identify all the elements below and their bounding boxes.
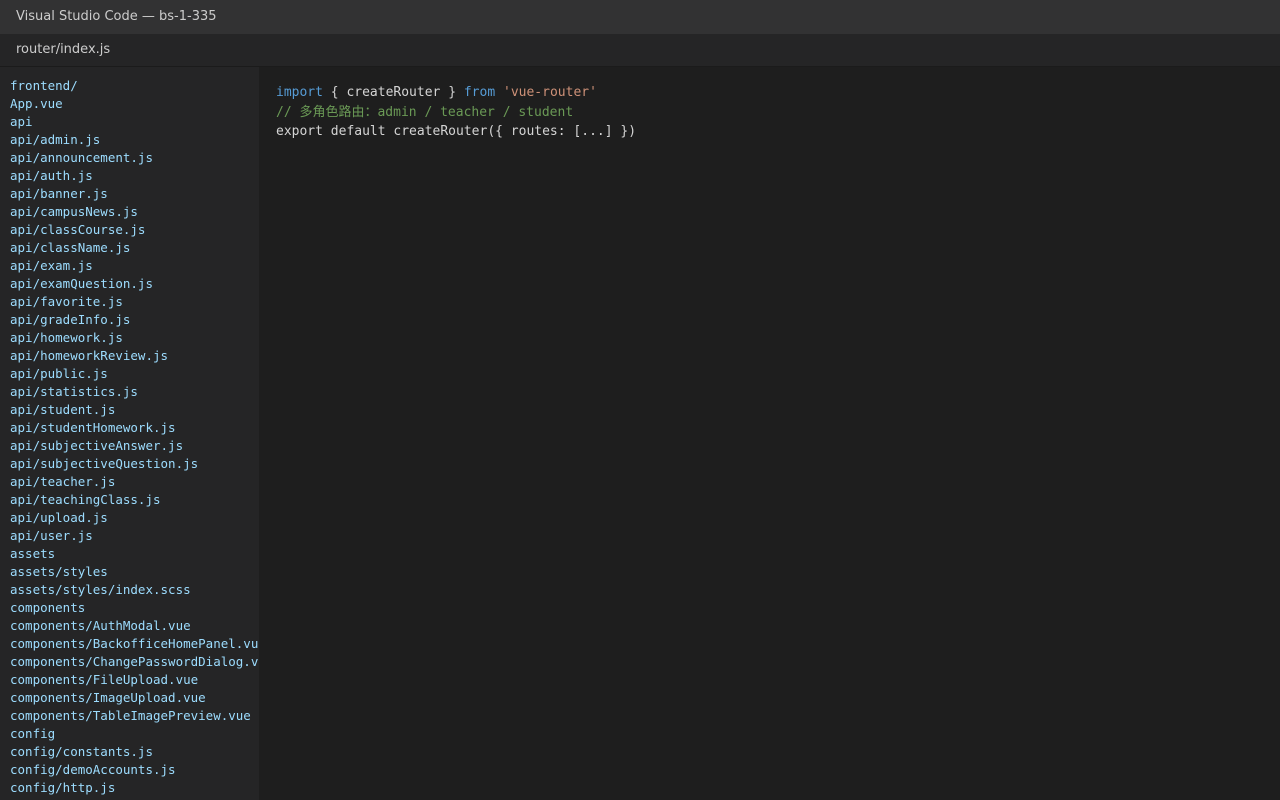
file-explorer: frontend/App.vue api api/admin.js api/annou… <box>0 67 259 800</box>
file-tree-item[interactable]: config/constants.js <box>0 743 259 761</box>
file-tree-item[interactable]: api/favorite.js <box>0 293 259 311</box>
file-tree-item[interactable]: api/user.js <box>0 527 259 545</box>
code-editor[interactable]: import { createRouter } from 'vue-router… <box>259 67 1280 800</box>
file-tree-item[interactable]: frontend/ <box>0 77 259 95</box>
export-statement: export default createRouter({ routes: [.… <box>276 124 637 139</box>
file-tree-item[interactable]: App.vue <box>0 95 259 113</box>
window-title: Visual Studio Code — bs-1-335 <box>0 0 1280 34</box>
tab-router-index[interactable]: router/index.js <box>16 42 110 57</box>
file-tree-item[interactable]: api/statistics.js <box>0 383 259 401</box>
file-tree-item[interactable]: api/announcement.js <box>0 149 259 167</box>
code-line-1: import { createRouter } from 'vue-router… <box>276 83 1280 103</box>
file-tree-item[interactable]: api/exam.js <box>0 257 259 275</box>
code-line-2: // 多角色路由：admin / teacher / student <box>276 103 1280 123</box>
file-tree-item[interactable]: api/upload.js <box>0 509 259 527</box>
editor-tab-bar: router/index.js <box>0 34 1280 67</box>
file-tree-item[interactable]: config <box>0 725 259 743</box>
file-tree-item[interactable]: api/studentHomework.js <box>0 419 259 437</box>
file-tree-item[interactable]: api/examQuestion.js <box>0 275 259 293</box>
keyword-import: import <box>276 85 323 100</box>
file-tree-item[interactable]: api/homework.js <box>0 329 259 347</box>
file-tree-item[interactable]: components/AuthModal.vue <box>0 617 259 635</box>
code-line-3: export default createRouter({ routes: [.… <box>276 122 1280 142</box>
file-tree-item[interactable]: api/homeworkReview.js <box>0 347 259 365</box>
file-tree-item[interactable]: config/http.js <box>0 779 259 797</box>
file-tree-item[interactable]: api/teacher.js <box>0 473 259 491</box>
file-tree-item[interactable]: components/BackofficeHomePanel.vue <box>0 635 259 653</box>
file-tree-item[interactable]: api/subjectiveAnswer.js <box>0 437 259 455</box>
keyword-from: from <box>463 85 496 100</box>
file-tree-item[interactable]: components <box>0 599 259 617</box>
file-tree-item[interactable]: assets/styles <box>0 563 259 581</box>
file-tree-item[interactable]: components/ImageUpload.vue <box>0 689 259 707</box>
module-string: 'vue-router' <box>503 85 597 100</box>
import-specifier: { createRouter } <box>322 85 464 100</box>
file-tree-item[interactable]: api/student.js <box>0 401 259 419</box>
file-tree-item[interactable]: components/ChangePasswordDialog.vue <box>0 653 259 671</box>
file-tree-item[interactable]: api/banner.js <box>0 185 259 203</box>
file-tree-item[interactable]: api/auth.js <box>0 167 259 185</box>
file-tree-item[interactable]: api <box>0 113 259 131</box>
file-tree-item[interactable]: api/campusNews.js <box>0 203 259 221</box>
file-tree-item[interactable]: components/TableImagePreview.vue <box>0 707 259 725</box>
file-tree-item[interactable]: api/public.js <box>0 365 259 383</box>
file-tree-item[interactable]: assets/styles/index.scss <box>0 581 259 599</box>
file-tree-item[interactable]: assets <box>0 545 259 563</box>
file-tree-item[interactable]: components/FileUpload.vue <box>0 671 259 689</box>
file-tree-item[interactable]: api/classCourse.js <box>0 221 259 239</box>
file-tree-item[interactable]: api/admin.js <box>0 131 259 149</box>
code-comment: // 多角色路由：admin / teacher / student <box>276 104 574 120</box>
file-tree-item[interactable]: config/demoAccounts.js <box>0 761 259 779</box>
file-tree-item[interactable]: api/teachingClass.js <box>0 491 259 509</box>
file-tree-item[interactable]: api/subjectiveQuestion.js <box>0 455 259 473</box>
file-tree-item[interactable]: api/className.js <box>0 239 259 257</box>
file-tree-item[interactable]: api/gradeInfo.js <box>0 311 259 329</box>
